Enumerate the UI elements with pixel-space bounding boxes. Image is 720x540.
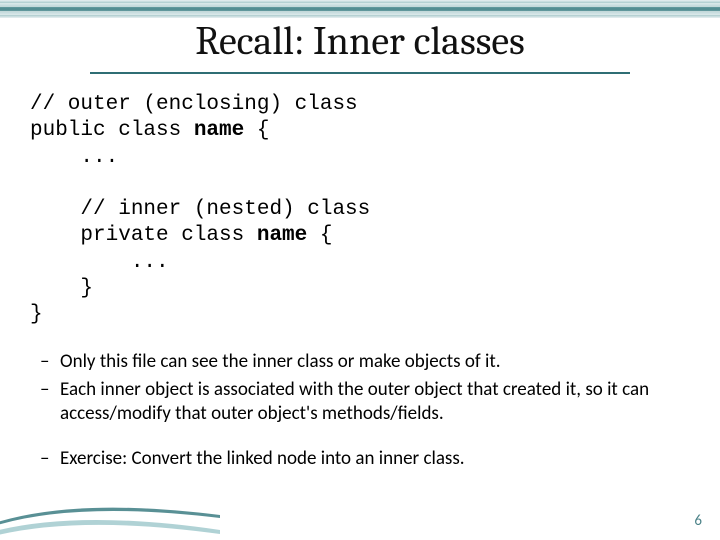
code-line: } — [30, 277, 93, 300]
bullet-text: Exercise: Convert the linked node into a… — [60, 447, 465, 471]
bullet-gap — [40, 429, 680, 447]
code-text: { — [244, 119, 269, 142]
code-line: // inner (nested) class — [30, 198, 370, 221]
slide-title: Recall: Inner classes — [0, 18, 720, 64]
bullet-item: – Each inner object is associated with t… — [40, 378, 680, 426]
bullet-item: – Only this file can see the inner class… — [40, 350, 680, 374]
code-text: { — [307, 224, 332, 247]
code-line: ... — [30, 251, 169, 274]
bullet-item: – Exercise: Convert the linked node into… — [40, 447, 680, 471]
code-line: } — [30, 303, 43, 326]
code-line: public class name { — [30, 119, 269, 142]
swoosh-decor — [0, 480, 220, 540]
title-underline — [90, 72, 630, 74]
bullet-dash: – — [40, 378, 60, 426]
bullet-dash: – — [40, 350, 60, 374]
code-line: ... — [30, 146, 118, 169]
page-number: 6 — [694, 512, 702, 530]
code-name: name — [257, 224, 307, 247]
slide: Recall: Inner classes // outer (enclosin… — [0, 0, 720, 540]
bullet-list: – Only this file can see the inner class… — [40, 350, 680, 475]
code-block: // outer (enclosing) class public class … — [30, 92, 370, 328]
code-line: // outer (enclosing) class — [30, 93, 358, 116]
top-decor-band — [0, 0, 720, 18]
bullet-dash: – — [40, 447, 60, 471]
code-text: private class — [30, 224, 257, 247]
code-text: public class — [30, 119, 194, 142]
code-line: private class name { — [30, 224, 332, 247]
bullet-text: Each inner object is associated with the… — [60, 378, 680, 426]
code-name: name — [194, 119, 244, 142]
bullet-text: Only this file can see the inner class o… — [60, 350, 501, 374]
